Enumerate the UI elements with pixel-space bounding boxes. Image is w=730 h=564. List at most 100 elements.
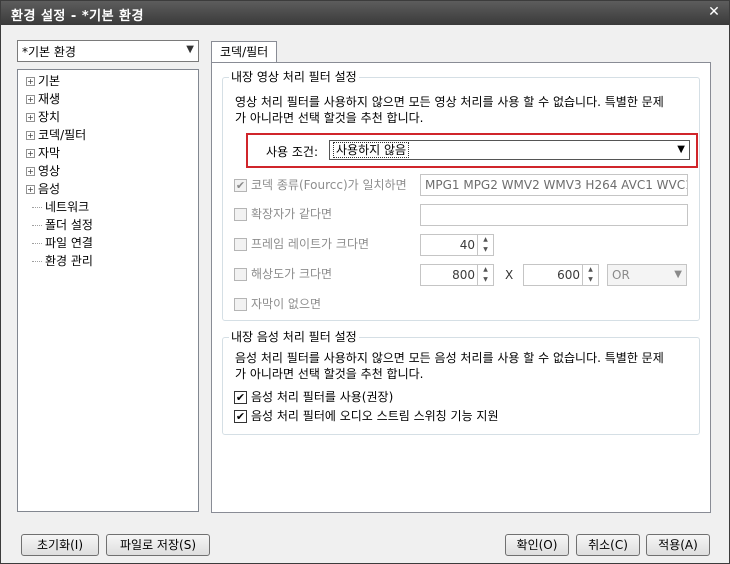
- codec-checkbox[interactable]: ✔: [234, 179, 247, 192]
- chevron-down-icon: ▼: [677, 144, 685, 155]
- resolution-operator-dropdown[interactable]: OR ▼: [607, 264, 687, 286]
- tree-item-label: 영상: [38, 164, 61, 178]
- tree-item-file-assoc[interactable]: 파일 연결: [26, 234, 93, 252]
- expand-icon[interactable]: +: [26, 131, 35, 140]
- close-icon[interactable]: ✕: [705, 3, 723, 21]
- expand-icon[interactable]: +: [26, 95, 35, 104]
- chevron-down-icon: ▼: [186, 44, 194, 55]
- tree-item-label: 환경 관리: [45, 254, 93, 268]
- tree-item-label: 음성: [38, 182, 61, 196]
- extension-checkbox-label: 확장자가 같다면: [251, 207, 333, 221]
- tree-connector: [32, 243, 42, 244]
- framerate-spinner[interactable]: 40 ▲ ▼: [420, 234, 494, 256]
- expand-icon[interactable]: +: [26, 185, 35, 194]
- tree-item-label: 장치: [38, 110, 61, 124]
- profile-dropdown-value: *기본 환경: [22, 45, 76, 59]
- up-arrow-icon[interactable]: ▲: [478, 235, 493, 245]
- down-arrow-icon[interactable]: ▼: [478, 275, 493, 285]
- video-description: 영상 처리 필터를 사용하지 않으면 모든 영상 처리를 사용 할 수 없습니다…: [235, 94, 695, 126]
- tree-item-label: 파일 연결: [45, 236, 93, 250]
- no-subtitle-checkbox-row[interactable]: 자막이 없으면: [234, 296, 321, 314]
- expand-icon[interactable]: +: [26, 149, 35, 158]
- up-arrow-icon[interactable]: ▲: [478, 265, 493, 275]
- audio-group-title: 내장 음성 처리 필터 설정: [229, 330, 359, 344]
- ok-button[interactable]: 확인(O): [505, 534, 569, 556]
- resolution-height-value: 600: [557, 268, 580, 282]
- framerate-checkbox[interactable]: [234, 238, 247, 251]
- framerate-checkbox-row[interactable]: 프레임 레이트가 크다면: [234, 236, 369, 254]
- resolution-checkbox-row[interactable]: 해상도가 크다면: [234, 266, 332, 284]
- profile-dropdown[interactable]: *기본 환경 ▼: [17, 40, 199, 62]
- video-desc-line1: 영상 처리 필터를 사용하지 않으면 모든 영상 처리를 사용 할 수 없습니다…: [235, 95, 664, 109]
- audio-switch-checkbox-row[interactable]: ✔ 음성 처리 필터에 오디오 스트림 스위칭 기능 지원: [234, 408, 499, 426]
- extension-checkbox-row[interactable]: 확장자가 같다면: [234, 206, 332, 224]
- tree-item-folder[interactable]: 폴더 설정: [26, 216, 93, 234]
- save-to-file-button[interactable]: 파일로 저장(S): [106, 534, 210, 556]
- audio-desc-line1: 음성 처리 필터를 사용하지 않으면 모든 음성 처리를 사용 할 수 없습니다…: [235, 351, 664, 365]
- resolution-height-spinner[interactable]: 600 ▲ ▼: [523, 264, 599, 286]
- expand-icon[interactable]: +: [26, 77, 35, 86]
- tree-item-label: 기본: [38, 74, 61, 88]
- expand-icon[interactable]: +: [26, 113, 35, 122]
- audio-switch-checkbox[interactable]: ✔: [234, 410, 247, 423]
- codec-checkbox-row[interactable]: ✔ 코덱 종류(Fourcc)가 일치하면: [234, 177, 407, 195]
- spinner-buttons[interactable]: ▲ ▼: [477, 235, 493, 255]
- tree-item-label: 네트워크: [45, 200, 90, 214]
- chevron-down-icon: ▼: [674, 269, 682, 280]
- video-desc-line2: 가 아니라면 선택 할것을 추천 합니다.: [235, 111, 424, 125]
- tree-item-audio[interactable]: + 음성: [26, 180, 60, 198]
- down-arrow-icon[interactable]: ▼: [583, 275, 598, 285]
- extension-field[interactable]: [420, 204, 688, 226]
- tree-item-basic[interactable]: + 기본: [26, 72, 60, 90]
- video-group-title: 내장 영상 처리 필터 설정: [229, 70, 359, 84]
- no-subtitle-checkbox[interactable]: [234, 298, 247, 311]
- resolution-operator-value: OR: [612, 268, 630, 282]
- tab-codec-filter[interactable]: 코덱/필터: [211, 41, 278, 63]
- codec-filter-panel: 내장 영상 처리 필터 설정 영상 처리 필터를 사용하지 않으면 모든 영상 …: [211, 62, 711, 513]
- title-bar[interactable]: 환경 설정 - *기본 환경 ✕: [1, 1, 729, 25]
- tree-item-video[interactable]: + 영상: [26, 162, 60, 180]
- resolution-width-value: 800: [452, 268, 475, 282]
- tree-item-playback[interactable]: + 재생: [26, 90, 60, 108]
- resolution-width-spinner[interactable]: 800 ▲ ▼: [420, 264, 494, 286]
- tree-item-label: 폴더 설정: [45, 218, 93, 232]
- preferences-window: 환경 설정 - *기본 환경 ✕ *기본 환경 ▼ + 기본 + 재생 + 장치 + 코…: [0, 0, 730, 564]
- codec-fourcc-field[interactable]: MPG1 MPG2 WMV2 WMV3 H264 AVC1 WVC1: [420, 174, 688, 196]
- down-arrow-icon[interactable]: ▼: [478, 245, 493, 255]
- tree-item-label: 자막: [38, 146, 61, 160]
- tree-item-env-manage[interactable]: 환경 관리: [26, 252, 93, 270]
- cancel-button[interactable]: 취소(C): [576, 534, 640, 556]
- framerate-checkbox-label: 프레임 레이트가 크다면: [251, 237, 370, 251]
- audio-use-checkbox[interactable]: ✔: [234, 391, 247, 404]
- condition-value: 사용하지 않음: [333, 142, 410, 158]
- codec-checkbox-label: 코덱 종류(Fourcc)가 일치하면: [251, 178, 407, 192]
- tree-item-label: 재생: [38, 92, 61, 106]
- up-arrow-icon[interactable]: ▲: [583, 265, 598, 275]
- audio-desc-line2: 가 아니라면 선택 할것을 추천 합니다.: [235, 367, 424, 381]
- spinner-buttons[interactable]: ▲ ▼: [477, 265, 493, 285]
- audio-use-checkbox-label: 음성 처리 필터를 사용(권장): [251, 390, 394, 404]
- tree-item-network[interactable]: 네트워크: [26, 198, 89, 216]
- spinner-buttons[interactable]: ▲ ▼: [582, 265, 598, 285]
- category-tree[interactable]: + 기본 + 재생 + 장치 + 코덱/필터 + 자막 + 영상 + 음성 네트워크 폴더 설…: [17, 69, 199, 512]
- tree-item-subtitle[interactable]: + 자막: [26, 144, 60, 162]
- tree-connector: [32, 261, 42, 262]
- no-subtitle-checkbox-label: 자막이 없으면: [251, 297, 322, 311]
- resolution-checkbox[interactable]: [234, 268, 247, 281]
- video-filter-group: 내장 영상 처리 필터 설정 영상 처리 필터를 사용하지 않으면 모든 영상 …: [222, 70, 700, 321]
- condition-dropdown[interactable]: 사용하지 않음 ▼: [329, 140, 690, 160]
- extension-checkbox[interactable]: [234, 208, 247, 221]
- framerate-value: 40: [459, 238, 475, 252]
- tree-item-label: 코덱/필터: [38, 128, 87, 142]
- audio-use-checkbox-row[interactable]: ✔ 음성 처리 필터를 사용(권장): [234, 389, 393, 407]
- audio-description: 음성 처리 필터를 사용하지 않으면 모든 음성 처리를 사용 할 수 없습니다…: [235, 350, 695, 382]
- expand-icon[interactable]: +: [26, 167, 35, 176]
- reset-button[interactable]: 초기화(I): [21, 534, 99, 556]
- tree-item-codec-filter[interactable]: + 코덱/필터: [26, 126, 87, 144]
- audio-filter-group: 내장 음성 처리 필터 설정 음성 처리 필터를 사용하지 않으면 모든 음성 …: [222, 330, 700, 435]
- condition-label: 사용 조건:: [266, 145, 319, 159]
- audio-switch-checkbox-label: 음성 처리 필터에 오디오 스트림 스위칭 기능 지원: [251, 409, 499, 423]
- apply-button[interactable]: 적용(A): [646, 534, 710, 556]
- resolution-x-label: X: [505, 268, 514, 282]
- tree-item-device[interactable]: + 장치: [26, 108, 60, 126]
